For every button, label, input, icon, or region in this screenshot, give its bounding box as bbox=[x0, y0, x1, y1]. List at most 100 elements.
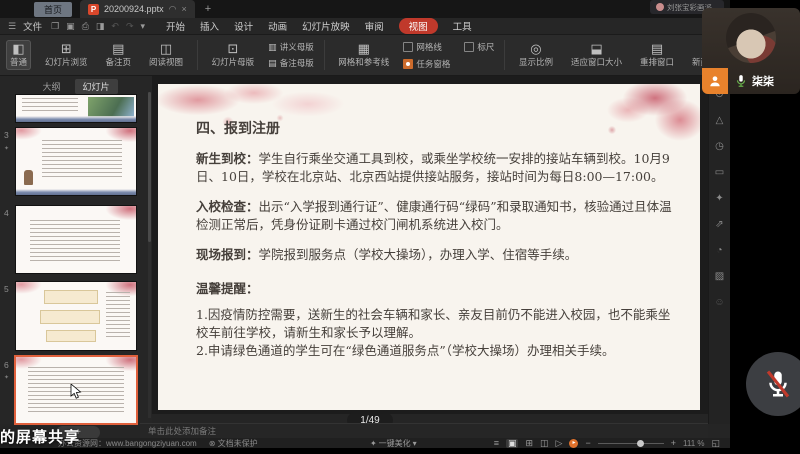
share-icon[interactable]: ⇗ bbox=[715, 220, 723, 230]
slide-thumbnail-2[interactable] bbox=[16, 95, 136, 122]
normal-view-button[interactable]: ◧ 普通 bbox=[6, 40, 32, 70]
gridlines-checkbox[interactable]: 网格线 bbox=[403, 41, 450, 53]
ruler-label: 标尺 bbox=[477, 41, 495, 52]
comment-icon[interactable]: ▭ bbox=[715, 168, 724, 178]
menu-insert[interactable]: 插入 bbox=[200, 19, 219, 33]
thumbnail-scrollbar[interactable] bbox=[148, 92, 151, 418]
zoom-slider-knob[interactable] bbox=[637, 439, 645, 447]
beautify-button[interactable]: ✦ 一键美化 ▾ bbox=[370, 438, 417, 449]
status-normal-view-icon[interactable]: ▣ bbox=[505, 438, 519, 448]
profile-person-icon[interactable] bbox=[702, 68, 728, 94]
menu-start[interactable]: 开始 bbox=[166, 19, 185, 33]
menu-review[interactable]: 审阅 bbox=[365, 19, 384, 33]
redo-icon[interactable]: ↷ bbox=[126, 21, 134, 31]
grid-guides-button[interactable]: ▦ 网格和参考线 bbox=[334, 40, 393, 70]
document-tab[interactable]: P 20200924.pptx ◠ × bbox=[80, 0, 195, 18]
grid-guides-icon: ▦ bbox=[357, 41, 370, 56]
undo-icon[interactable]: ↶ bbox=[111, 21, 119, 31]
zoom-scale-icon: ◎ bbox=[530, 41, 542, 56]
handout-master-button[interactable]: ▥ 讲义母版 bbox=[268, 41, 314, 53]
slide-thumbnail-4[interactable] bbox=[16, 206, 136, 273]
new-tab-button[interactable]: + bbox=[205, 3, 211, 15]
fit-to-window-icon[interactable]: ◱ bbox=[711, 438, 720, 448]
thumb5-flow-box bbox=[40, 310, 100, 324]
protect-icon: ⊗ bbox=[208, 438, 216, 448]
task-pane-label: 任务窗格 bbox=[416, 58, 451, 69]
home-tab[interactable]: 首页 bbox=[34, 1, 73, 17]
fit-window-button[interactable]: ⬓ 适应窗口大小 bbox=[567, 40, 626, 70]
notes-page-button[interactable]: ▤ 备注页 bbox=[102, 40, 136, 70]
print-preview-icon[interactable]: ◨ bbox=[96, 21, 105, 31]
tab-outline[interactable]: 大纲 bbox=[34, 79, 68, 94]
doc-protect-status[interactable]: ⊗ 文档未保护 bbox=[209, 438, 258, 449]
statusbar-left: 办公资源网：www.bangongziyuan.com ⊗ 文档未保护 bbox=[58, 438, 258, 449]
notes-master-button[interactable]: ▤ 备注母版 bbox=[268, 57, 314, 69]
clock-icon[interactable]: ◔ bbox=[716, 246, 722, 256]
document-tab-bar: 首页 P 20200924.pptx ◠ × + bbox=[0, 0, 730, 18]
fit-window-label: 适应窗口大小 bbox=[570, 57, 622, 67]
ribbon-separator bbox=[197, 40, 198, 70]
zoom-percentage[interactable]: 111 % bbox=[683, 439, 705, 448]
microphone-muted-icon bbox=[766, 370, 790, 398]
ribbon-separator bbox=[323, 40, 325, 70]
menu-tools[interactable]: 工具 bbox=[453, 19, 472, 33]
tab-slides[interactable]: 幻灯片 bbox=[74, 79, 118, 94]
slide-thumbnail-5[interactable] bbox=[16, 282, 136, 350]
notes-pane[interactable]: 单击此处添加备注 bbox=[140, 423, 708, 438]
zoom-out-button[interactable]: − bbox=[585, 438, 590, 448]
arrange-windows-button[interactable]: ▤ 重排窗口 bbox=[636, 40, 678, 70]
zoom-scale-label: 显示比例 bbox=[518, 57, 553, 67]
upload-icon[interactable]: △ bbox=[716, 116, 724, 126]
thumbnail-scrollbar-thumb[interactable] bbox=[148, 92, 151, 242]
print-icon[interactable]: ⎙ bbox=[82, 21, 89, 31]
slide-master-label: 幻灯片母版 bbox=[211, 57, 255, 67]
arrange-windows-icon: ▤ bbox=[650, 41, 664, 56]
hamburger-menu-icon[interactable]: ☰ bbox=[8, 21, 16, 31]
favorite-icon[interactable]: ✦ bbox=[715, 194, 723, 204]
status-reading-view-icon[interactable]: ◫ bbox=[540, 438, 549, 448]
notes-placeholder: 单击此处添加备注 bbox=[148, 426, 217, 436]
menu-animation[interactable]: 动画 bbox=[268, 19, 287, 33]
quickbar-caret-icon[interactable]: ▾ bbox=[141, 21, 146, 31]
thumb3-cartoon-figure bbox=[24, 170, 33, 185]
mute-microphone-button[interactable] bbox=[746, 352, 800, 416]
slide-master-button[interactable]: ⊡ 幻灯片母版 bbox=[208, 40, 259, 70]
save-icon[interactable]: ▣ bbox=[66, 21, 75, 31]
reading-view-button[interactable]: ◫ 阅读视图 bbox=[145, 40, 187, 70]
paragraph-label: 入校检查： bbox=[196, 199, 259, 214]
zoom-slider[interactable] bbox=[597, 439, 664, 447]
slide-number-6: 6 bbox=[4, 360, 9, 370]
document-title: 20200924.pptx bbox=[104, 4, 164, 14]
paragraph-text: 学生自行乘坐交通工具到校，或乘坐学校统一安排的接站车辆到校。10月9日、10日，… bbox=[196, 151, 670, 184]
status-slideshow-icon[interactable]: ▷ bbox=[556, 438, 563, 448]
emoji-icon[interactable]: ☺ bbox=[714, 298, 724, 308]
screen-share-banner: 的屏幕共享 bbox=[0, 429, 81, 446]
close-tab-icon[interactable]: × bbox=[181, 4, 186, 14]
image-library-icon[interactable]: ▨ bbox=[715, 272, 724, 282]
zoom-scale-button[interactable]: ◎ 显示比例 bbox=[515, 40, 557, 70]
menu-design[interactable]: 设计 bbox=[234, 19, 253, 33]
slide-thumbnail-3[interactable] bbox=[16, 128, 136, 195]
play-from-current-icon[interactable]: ▸ bbox=[569, 438, 579, 448]
participant-video-tile[interactable]: 柒柒 bbox=[702, 8, 800, 94]
reading-view-icon: ◫ bbox=[159, 41, 173, 56]
current-slide-canvas[interactable]: 四、报到注册 新生到校：学生自行乘坐交通工具到校，或乘坐学校统一安排的接站车辆到… bbox=[158, 84, 700, 410]
ruler-checkbox[interactable]: 标尺 bbox=[464, 41, 494, 53]
menu-slideshow[interactable]: 幻灯片放映 bbox=[302, 19, 350, 33]
notes-page-label: 备注页 bbox=[105, 57, 132, 67]
menu-view[interactable]: 视图 bbox=[398, 18, 438, 34]
slide-text-block[interactable]: 四、报到注册 新生到校：学生自行乘坐交通工具到校，或乘坐学校统一安排的接站车辆到… bbox=[196, 120, 672, 360]
task-pane-checkbox[interactable]: 任务窗格 bbox=[403, 58, 450, 70]
mouse-cursor bbox=[70, 384, 82, 399]
presenter-avatar bbox=[656, 3, 664, 11]
zoom-in-button[interactable]: + bbox=[671, 438, 676, 448]
history-icon[interactable]: ◷ bbox=[715, 142, 724, 152]
open-icon[interactable]: ❒ bbox=[51, 21, 59, 31]
file-menu[interactable]: 文件 bbox=[23, 19, 42, 33]
reminder-title: 温馨提醒： bbox=[196, 281, 259, 296]
status-slide-sorter-icon[interactable]: ⊞ bbox=[525, 438, 533, 448]
slide-sorter-button[interactable]: ⊞ 幻灯片浏览 bbox=[41, 40, 92, 70]
cloud-sync-icon[interactable]: ◠ bbox=[169, 4, 177, 14]
status-notes-icon[interactable]: ≡ bbox=[494, 438, 499, 448]
thumb3-floral-decoration bbox=[16, 128, 42, 140]
